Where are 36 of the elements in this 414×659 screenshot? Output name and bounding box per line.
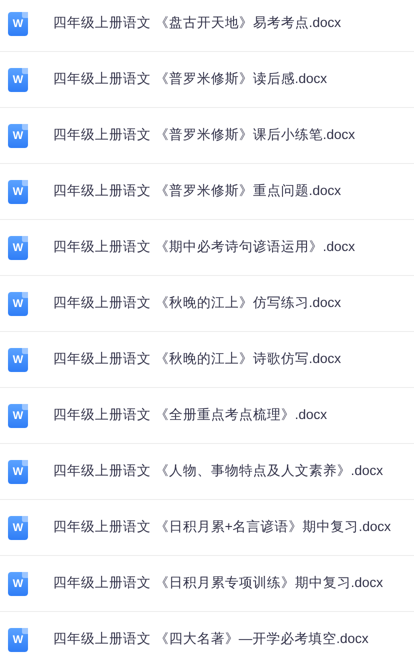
word-file-icon: W <box>8 628 28 652</box>
file-name: 四年级上册语文 《日积月累专项训练》期中复习.docx <box>53 574 384 592</box>
word-file-icon: W <box>8 404 28 428</box>
file-row[interactable]: W 四年级上册语文 《全册重点考点梳理》.docx <box>0 388 414 444</box>
file-name: 四年级上册语文 《四大名著》—开学必考填空.docx <box>53 630 369 648</box>
file-row[interactable]: W 四年级上册语文 《普罗米修斯》重点问题.docx <box>0 164 414 220</box>
file-row[interactable]: W 四年级上册语文 《秋晚的江上》诗歌仿写.docx <box>0 332 414 388</box>
file-name: 四年级上册语文 《人物、事物特点及人文素养》.docx <box>53 462 384 480</box>
word-file-icon: W <box>8 460 28 484</box>
file-row[interactable]: W 四年级上册语文 《四大名著》—开学必考填空.docx <box>0 612 414 659</box>
file-name: 四年级上册语文 《普罗米修斯》课后小练笔.docx <box>53 126 356 144</box>
file-name: 四年级上册语文 《全册重点考点梳理》.docx <box>53 406 328 424</box>
file-row[interactable]: W 四年级上册语文 《人物、事物特点及人文素养》.docx <box>0 444 414 500</box>
word-file-icon: W <box>8 68 28 92</box>
file-name: 四年级上册语文 《秋晚的江上》仿写练习.docx <box>53 294 342 312</box>
file-row[interactable]: W 四年级上册语文 《盘古开天地》易考考点.docx <box>0 0 414 52</box>
file-row[interactable]: W 四年级上册语文 《秋晚的江上》仿写练习.docx <box>0 276 414 332</box>
word-file-icon: W <box>8 572 28 596</box>
file-row[interactable]: W 四年级上册语文 《期中必考诗句谚语运用》.docx <box>0 220 414 276</box>
file-row[interactable]: W 四年级上册语文 《普罗米修斯》课后小练笔.docx <box>0 108 414 164</box>
word-file-icon: W <box>8 236 28 260</box>
word-file-icon: W <box>8 180 28 204</box>
word-file-icon: W <box>8 516 28 540</box>
file-row[interactable]: W 四年级上册语文 《日积月累专项训练》期中复习.docx <box>0 556 414 612</box>
word-file-icon: W <box>8 124 28 148</box>
word-file-icon: W <box>8 348 28 372</box>
file-row[interactable]: W 四年级上册语文 《日积月累+名言谚语》期中复习.docx <box>0 500 414 556</box>
file-name: 四年级上册语文 《普罗米修斯》重点问题.docx <box>53 182 342 200</box>
file-name: 四年级上册语文 《日积月累+名言谚语》期中复习.docx <box>53 518 391 536</box>
word-file-icon: W <box>8 12 28 36</box>
file-name: 四年级上册语文 《盘古开天地》易考考点.docx <box>53 14 342 32</box>
file-name: 四年级上册语文 《普罗米修斯》读后感.docx <box>53 70 328 88</box>
file-name: 四年级上册语文 《期中必考诗句谚语运用》.docx <box>53 238 356 256</box>
word-file-icon: W <box>8 292 28 316</box>
file-row[interactable]: W 四年级上册语文 《普罗米修斯》读后感.docx <box>0 52 414 108</box>
file-name: 四年级上册语文 《秋晚的江上》诗歌仿写.docx <box>53 350 342 368</box>
